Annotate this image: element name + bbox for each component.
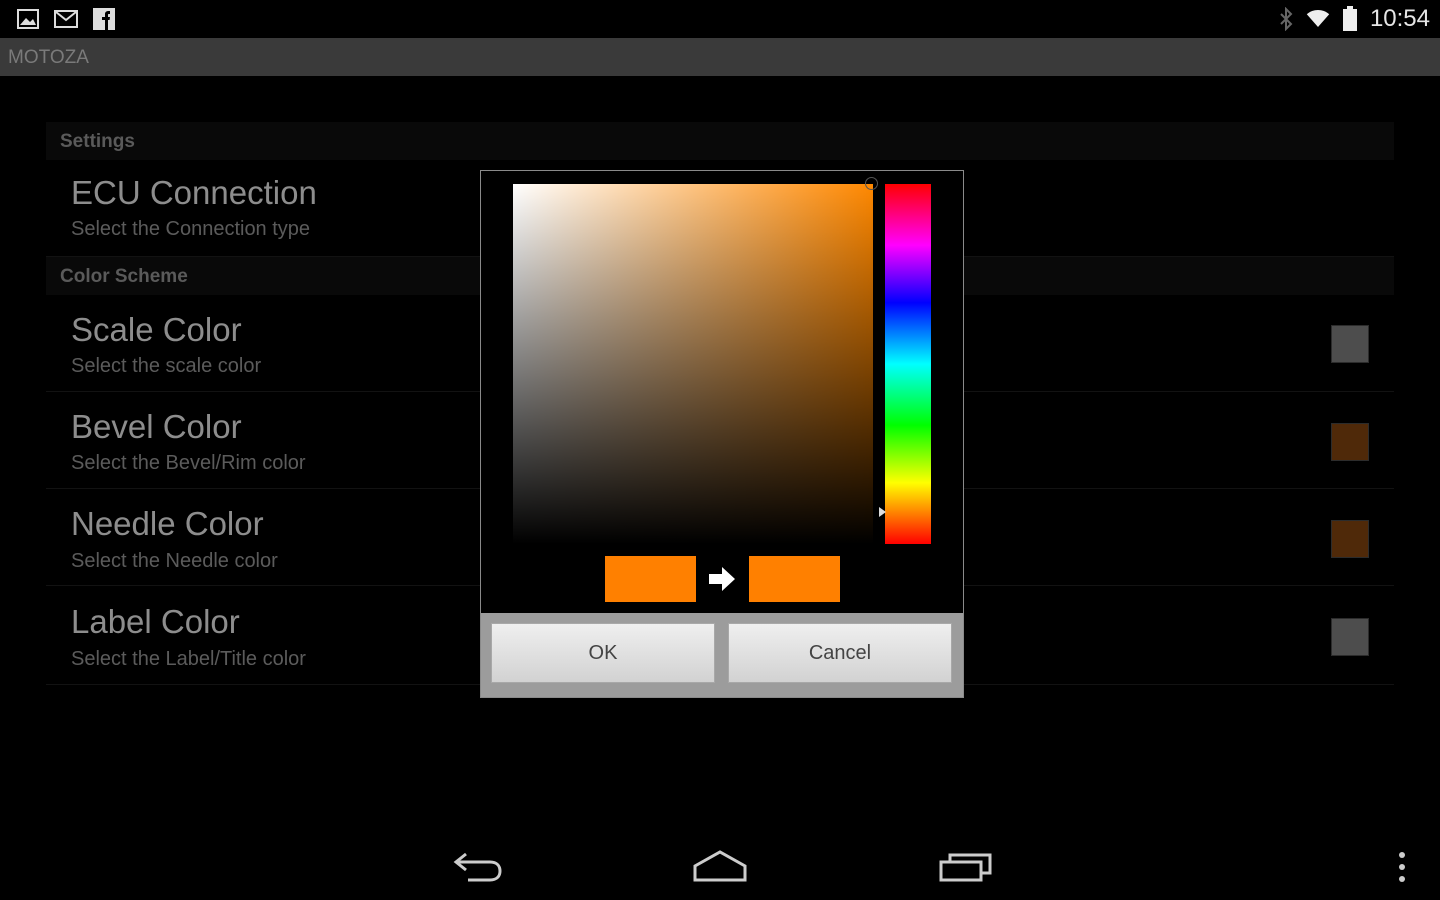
action-bar: MOTOZA [0,38,1440,76]
home-icon[interactable] [692,848,748,889]
hue-slider[interactable] [885,184,931,544]
bluetooth-icon [1274,7,1298,31]
facebook-icon [92,7,116,31]
dialog-button-bar: OK Cancel [481,613,963,697]
ok-button[interactable]: OK [491,623,715,683]
overflow-menu-icon[interactable] [1396,850,1408,889]
back-icon[interactable] [452,848,504,889]
wifi-icon [1306,7,1330,31]
cancel-button[interactable]: Cancel [728,623,952,683]
recent-apps-icon[interactable] [938,848,994,889]
gmail-icon [54,7,78,31]
app-title: MOTOZA [8,47,89,68]
navigation-bar [0,820,1440,900]
sv-cursor[interactable] [865,177,878,190]
arrow-right-icon [707,564,737,594]
status-bar: 10:54 [0,0,1440,38]
hue-marker[interactable] [879,507,886,517]
clock: 10:54 [1369,5,1430,32]
color-picker-dialog: OK Cancel [480,170,964,698]
new-color-preview [749,556,840,602]
image-icon [16,7,40,31]
saturation-value-picker[interactable] [513,184,873,544]
old-color-preview [605,556,696,602]
battery-icon [1338,6,1362,31]
